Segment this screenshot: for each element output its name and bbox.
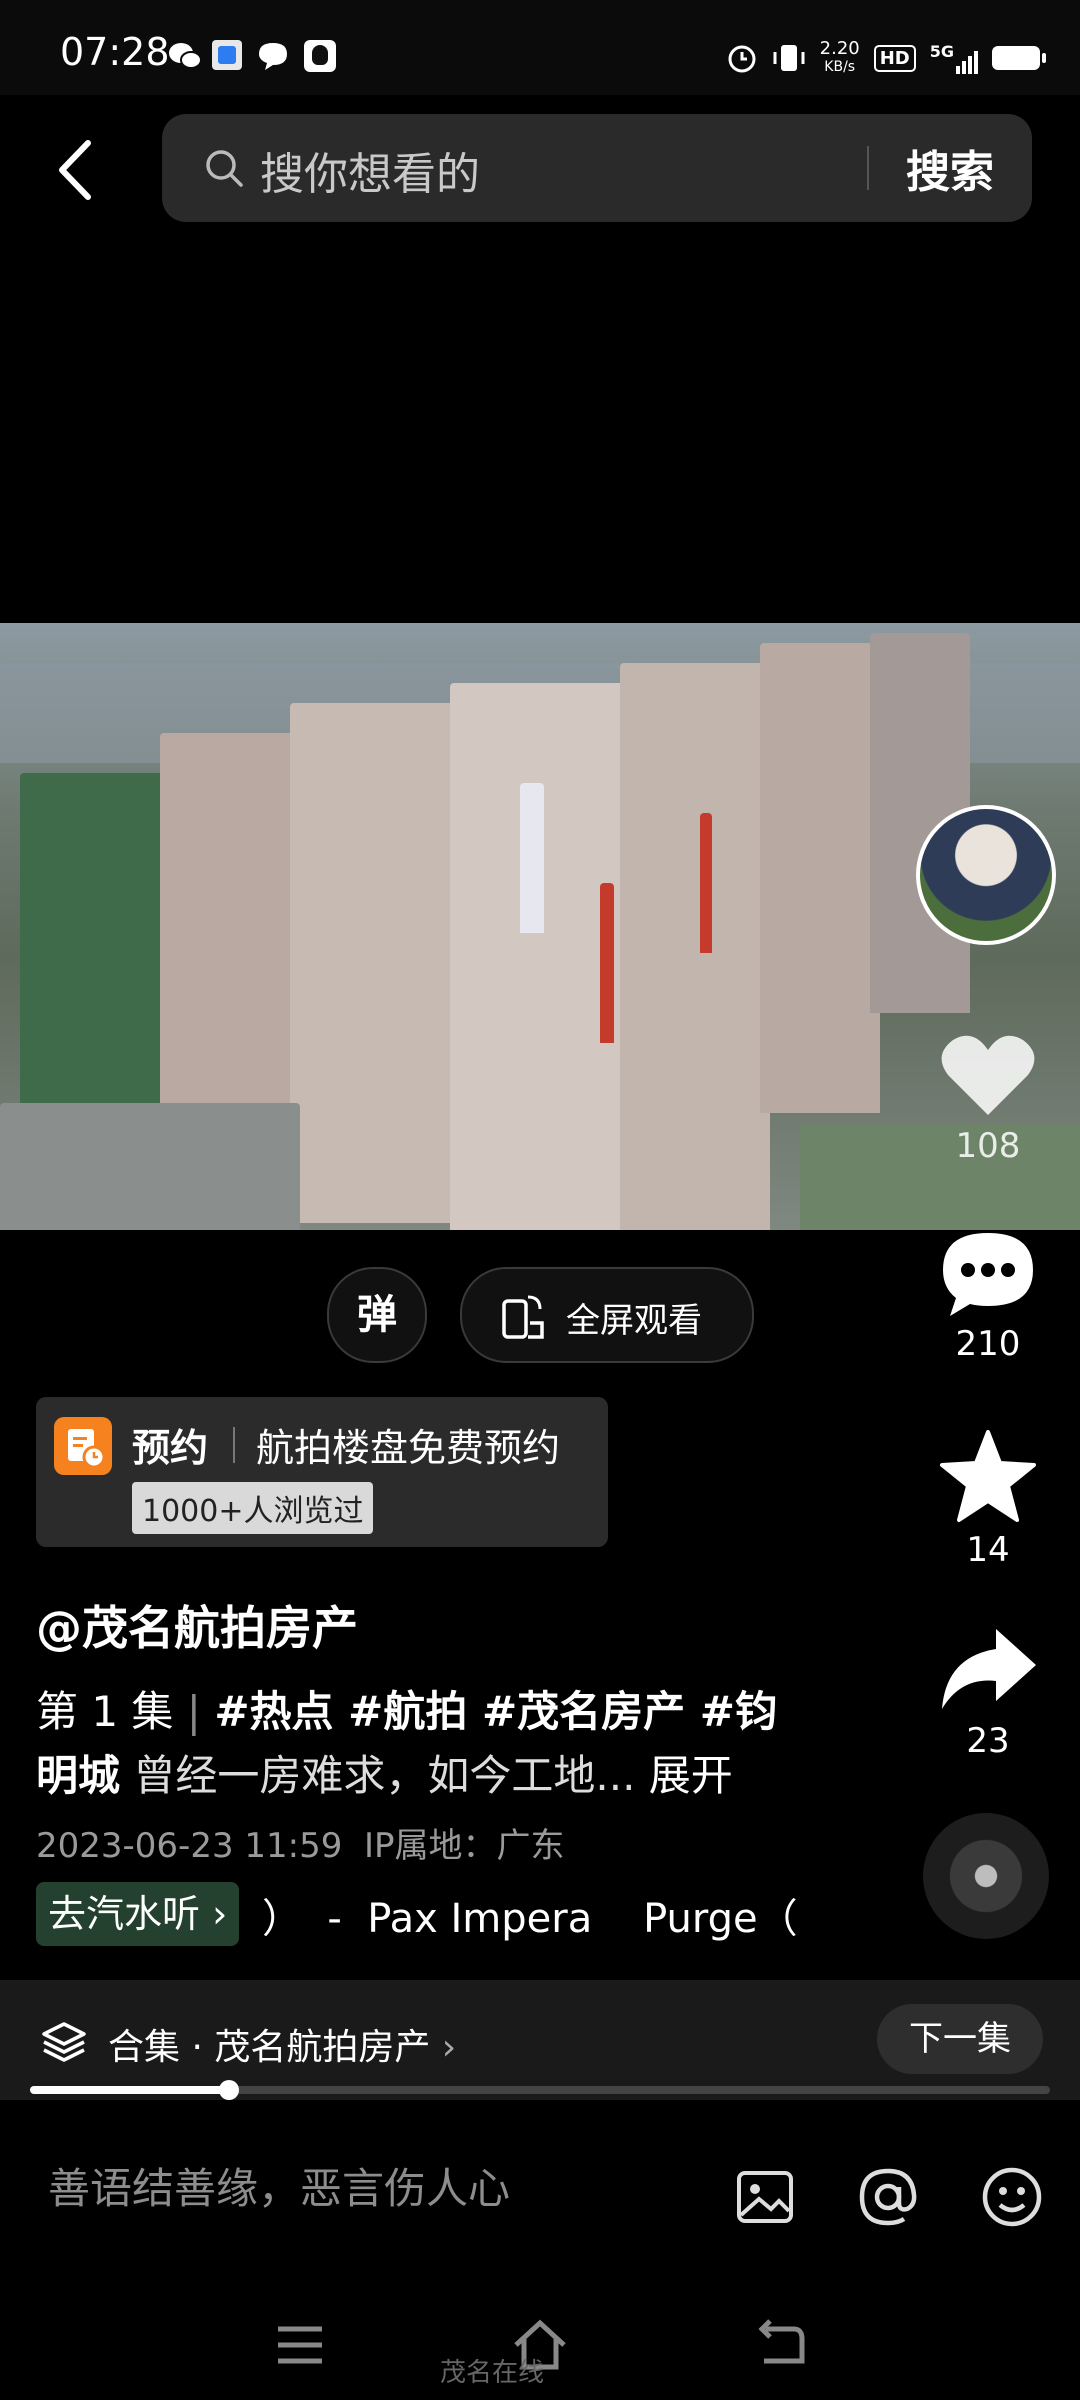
booking-calendar-icon xyxy=(54,1417,112,1475)
message-icon xyxy=(259,43,287,70)
like-count: 108 xyxy=(955,1126,1021,1166)
search-button[interactable]: 搜索 xyxy=(906,136,994,200)
net-speed-unit: KB/s xyxy=(824,59,856,75)
signal-icon: 5G xyxy=(930,42,978,74)
status-right: 2.20 KB/s HD 5G xyxy=(726,38,1046,78)
chevron-right-icon: › xyxy=(441,2027,457,2068)
like-button[interactable]: 108 xyxy=(920,1030,1056,1166)
author-avatar[interactable] xyxy=(916,805,1056,945)
danmu-button[interactable]: 弹 xyxy=(327,1267,427,1363)
hashtags[interactable]: #热点 #航拍 #茂名房产 #钧 xyxy=(214,1687,777,1736)
chevron-left-icon[interactable] xyxy=(52,135,102,205)
comment-count: 210 xyxy=(955,1324,1021,1364)
search-icon xyxy=(206,150,243,187)
back-nav-icon[interactable] xyxy=(750,2315,810,2375)
favorite-count: 14 xyxy=(966,1530,1010,1570)
share-count: 23 xyxy=(966,1721,1010,1761)
comment-icon xyxy=(943,1233,1033,1316)
rotate-phone-icon xyxy=(502,1295,544,1339)
star-icon xyxy=(940,1430,1036,1522)
net-speed-value: 2.20 xyxy=(819,38,860,59)
image-icon[interactable] xyxy=(733,2165,797,2229)
alarm-icon xyxy=(728,45,756,73)
app-notification-icon xyxy=(212,40,242,70)
emoji-icon[interactable] xyxy=(980,2165,1044,2229)
comment-input[interactable]: 善语结善缘，恶言伤人心 xyxy=(48,2155,510,2216)
music-link-button[interactable]: 去汽水听 › xyxy=(36,1882,240,1946)
share-button[interactable]: 23 xyxy=(920,1625,1056,1761)
layers-icon xyxy=(42,2022,86,2062)
at-icon[interactable] xyxy=(856,2165,920,2229)
hashtag-continued[interactable]: 明城 xyxy=(36,1751,120,1800)
post-text: 曾经一房难求，如今工地... xyxy=(133,1751,636,1800)
booking-description: 航拍楼盘免费预约 xyxy=(256,1426,561,1470)
watermark: 茂名在线 xyxy=(440,2358,545,2388)
collection-title: 合集 · 茂名航拍房产 xyxy=(108,2027,431,2068)
post-meta: 2023-06-23 11:59 IP属地：广东 xyxy=(36,1818,565,1867)
progress-fill xyxy=(30,2086,229,2094)
author-name[interactable]: @茂名航拍房产 xyxy=(36,1592,358,1658)
collection-label: 合集 · 茂名航拍房产 › xyxy=(108,2018,456,2070)
qq-icon xyxy=(304,40,336,72)
booking-title: 预约 xyxy=(132,1426,209,1470)
battery-icon xyxy=(992,46,1046,70)
wechat-icon xyxy=(169,43,202,69)
menu-icon[interactable] xyxy=(270,2315,330,2375)
hd-badge: HD xyxy=(873,44,916,72)
post-ip: IP属地：广东 xyxy=(364,1826,565,1866)
collection-bar[interactable]: 合集 · 茂名航拍房产 › 下一集 xyxy=(0,1980,1080,2100)
next-episode-button[interactable]: 下一集 xyxy=(877,2004,1043,2074)
share-icon xyxy=(942,1629,1036,1709)
booking-card[interactable]: 预约 航拍楼盘免费预约 1000+人浏览过 xyxy=(36,1397,608,1547)
episode-separator: | xyxy=(186,1687,201,1736)
vibrate-icon xyxy=(773,45,805,71)
music-link-label: 去汽水听 xyxy=(48,1892,201,1936)
status-bar: 07:28 2.20 KB/s HD 5G xyxy=(0,0,1080,95)
music-title: ） - Pax Impera Purge（ xyxy=(262,1896,798,1942)
music-disc-icon[interactable] xyxy=(923,1813,1049,1939)
net-speed: 2.20 KB/s xyxy=(820,40,860,76)
network-type: 5G xyxy=(929,42,954,61)
booking-separator xyxy=(233,1427,235,1463)
booking-views-badge: 1000+人浏览过 xyxy=(132,1482,374,1534)
search-divider xyxy=(867,146,869,190)
progress-track[interactable] xyxy=(30,2080,1050,2100)
comment-button[interactable]: 210 xyxy=(920,1228,1056,1364)
post-date: 2023-06-23 11:59 xyxy=(36,1826,343,1866)
fullscreen-label: 全屏观看 xyxy=(566,1301,702,1341)
expand-button[interactable]: 展开 xyxy=(649,1751,733,1800)
search-bar[interactable]: 搜你想看的 搜索 xyxy=(162,114,1032,222)
fullscreen-button[interactable]: 全屏观看 xyxy=(460,1267,754,1363)
status-time: 07:28 xyxy=(60,30,170,74)
favorite-button[interactable]: 14 xyxy=(920,1428,1056,1570)
post-description: 第 1 集 | #热点 #航拍 #茂名房产 #钧 明城 曾经一房难求，如今工地.… xyxy=(36,1680,796,1808)
episode-label[interactable]: 第 1 集 xyxy=(36,1687,173,1736)
video-player[interactable] xyxy=(0,623,1080,1230)
search-input[interactable]: 搜你想看的 xyxy=(260,138,480,202)
chevron-right-icon: › xyxy=(212,1892,228,1936)
progress-knob[interactable] xyxy=(218,2080,239,2100)
heart-icon xyxy=(941,1035,1035,1115)
